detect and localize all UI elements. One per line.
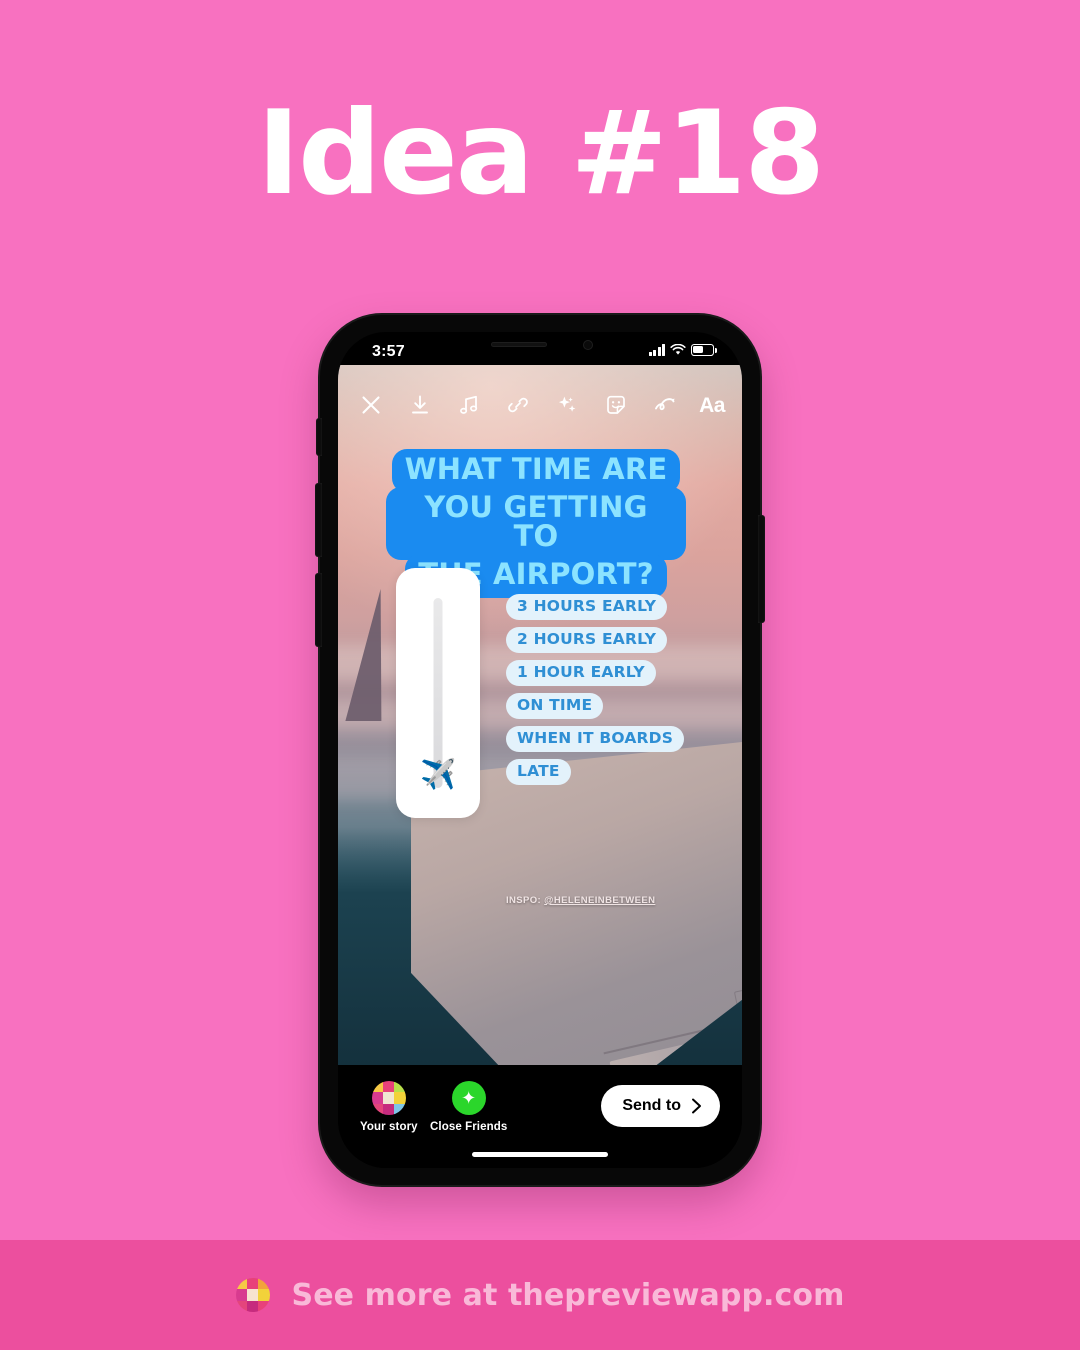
- your-story-label: Your story: [360, 1121, 418, 1133]
- close-icon[interactable]: [355, 390, 386, 421]
- notch: [465, 332, 615, 359]
- sticker-icon[interactable]: [601, 390, 632, 421]
- power-button[interactable]: [758, 515, 765, 623]
- inspo-handle[interactable]: @HELENEINBETWEEN: [544, 895, 655, 906]
- status-bar: 3:57: [338, 332, 742, 378]
- volume-up-button[interactable]: [315, 483, 322, 557]
- draw-icon[interactable]: [650, 390, 681, 421]
- answer-chip[interactable]: LATE: [506, 759, 571, 786]
- chevron-right-icon: [692, 1098, 701, 1114]
- mute-switch-button[interactable]: [316, 418, 322, 456]
- status-indicators: [648, 344, 717, 356]
- sparkles-icon[interactable]: [552, 390, 583, 421]
- preview-app-logo: [235, 1278, 270, 1312]
- close-friends-star-icon: ✦: [451, 1081, 486, 1115]
- download-icon[interactable]: [404, 390, 435, 421]
- home-indicator[interactable]: [472, 1152, 608, 1157]
- your-story-avatar: [371, 1081, 406, 1115]
- your-story-option[interactable]: Your story: [360, 1081, 418, 1133]
- inspo-credit: INSPO: @HELENEINBETWEEN: [506, 895, 655, 906]
- send-to-button[interactable]: Send to: [601, 1085, 720, 1127]
- story-editor-toolbar: Aa: [338, 378, 742, 432]
- text-tool-label[interactable]: Aa: [699, 390, 725, 421]
- answer-chip[interactable]: 1 HOUR EARLY: [506, 660, 656, 687]
- answer-chip[interactable]: 2 HOURS EARLY: [506, 627, 668, 654]
- answer-chip[interactable]: WHEN IT BOARDS: [506, 726, 685, 753]
- answer-chip[interactable]: 3 HOURS EARLY: [506, 594, 668, 621]
- send-to-label: Send to: [622, 1097, 681, 1114]
- answer-chip[interactable]: ON TIME: [506, 693, 604, 720]
- status-time: 3:57: [372, 343, 405, 360]
- close-friends-option[interactable]: ✦ Close Friends: [430, 1081, 507, 1133]
- wifi-icon: [670, 344, 686, 355]
- phone-screen: 3:57 Aa WHAT TIME ARE YOU GETTING TO THE…: [338, 332, 742, 1168]
- cellular-signal-icon: [648, 344, 665, 356]
- question-line: YOU GETTING TO: [386, 487, 686, 560]
- music-note-icon[interactable]: [453, 390, 484, 421]
- footer-bar: See more at thepreviewapp.com: [0, 1240, 1080, 1350]
- battery-icon: [691, 344, 717, 356]
- front-camera-icon: [583, 340, 593, 350]
- phone-mockup: 3:57 Aa WHAT TIME ARE YOU GETTING TO THE…: [315, 315, 765, 1185]
- emoji-slider-sticker[interactable]: ✈️: [396, 568, 480, 818]
- footer-text: See more at thepreviewapp.com: [291, 1277, 845, 1313]
- link-icon[interactable]: [502, 390, 533, 421]
- inspo-prefix: INSPO:: [506, 895, 545, 906]
- close-friends-label: Close Friends: [430, 1121, 508, 1133]
- slider-airplane-emoji-knob[interactable]: ✈️: [420, 761, 456, 790]
- answer-options-list: 3 HOURS EARLY 2 HOURS EARLY 1 HOUR EARLY…: [506, 594, 685, 786]
- earpiece-speaker: [491, 342, 547, 347]
- page-title: Idea #18: [256, 86, 825, 221]
- volume-down-button[interactable]: [315, 573, 322, 647]
